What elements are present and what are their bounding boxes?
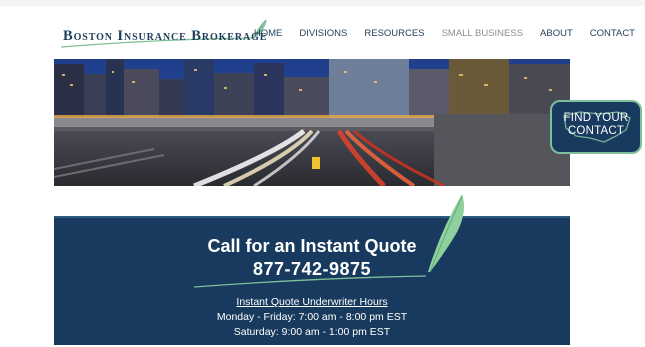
nav-resources[interactable]: RESOURCES bbox=[364, 28, 424, 39]
hero-image bbox=[54, 59, 570, 186]
find-contact-label: FIND YOUR CONTACT bbox=[552, 112, 640, 138]
nav-contact[interactable]: CONTACT bbox=[590, 28, 635, 39]
nav-home[interactable]: HOME bbox=[254, 28, 283, 39]
hours-saturday: Saturday: 9:00 am - 1:00 pm EST bbox=[233, 326, 391, 338]
top-strip bbox=[0, 0, 645, 6]
underwriter-hours-title[interactable]: Instant Quote Underwriter Hours bbox=[54, 296, 570, 308]
hours-weekday: Monday - Friday: 7:00 am - 8:00 pm EST bbox=[216, 311, 408, 323]
feather-icon bbox=[428, 194, 464, 273]
find-contact-line2: CONTACT bbox=[567, 125, 625, 137]
city-highway-night-illustration bbox=[54, 59, 570, 186]
nav-small-business[interactable]: SMALL BUSINESS bbox=[442, 28, 523, 39]
nav-divisions[interactable]: DIVISIONS bbox=[299, 28, 347, 39]
find-your-contact-button[interactable]: FIND YOUR CONTACT bbox=[550, 100, 642, 154]
nav-about[interactable]: ABOUT bbox=[540, 28, 573, 39]
instant-quote-panel: Call for an Instant Quote 877-742-9875 I… bbox=[54, 216, 570, 345]
find-contact-line1: FIND YOUR bbox=[563, 112, 629, 124]
main-nav: HOME DIVISIONS RESOURCES SMALL BUSINESS … bbox=[237, 28, 635, 39]
